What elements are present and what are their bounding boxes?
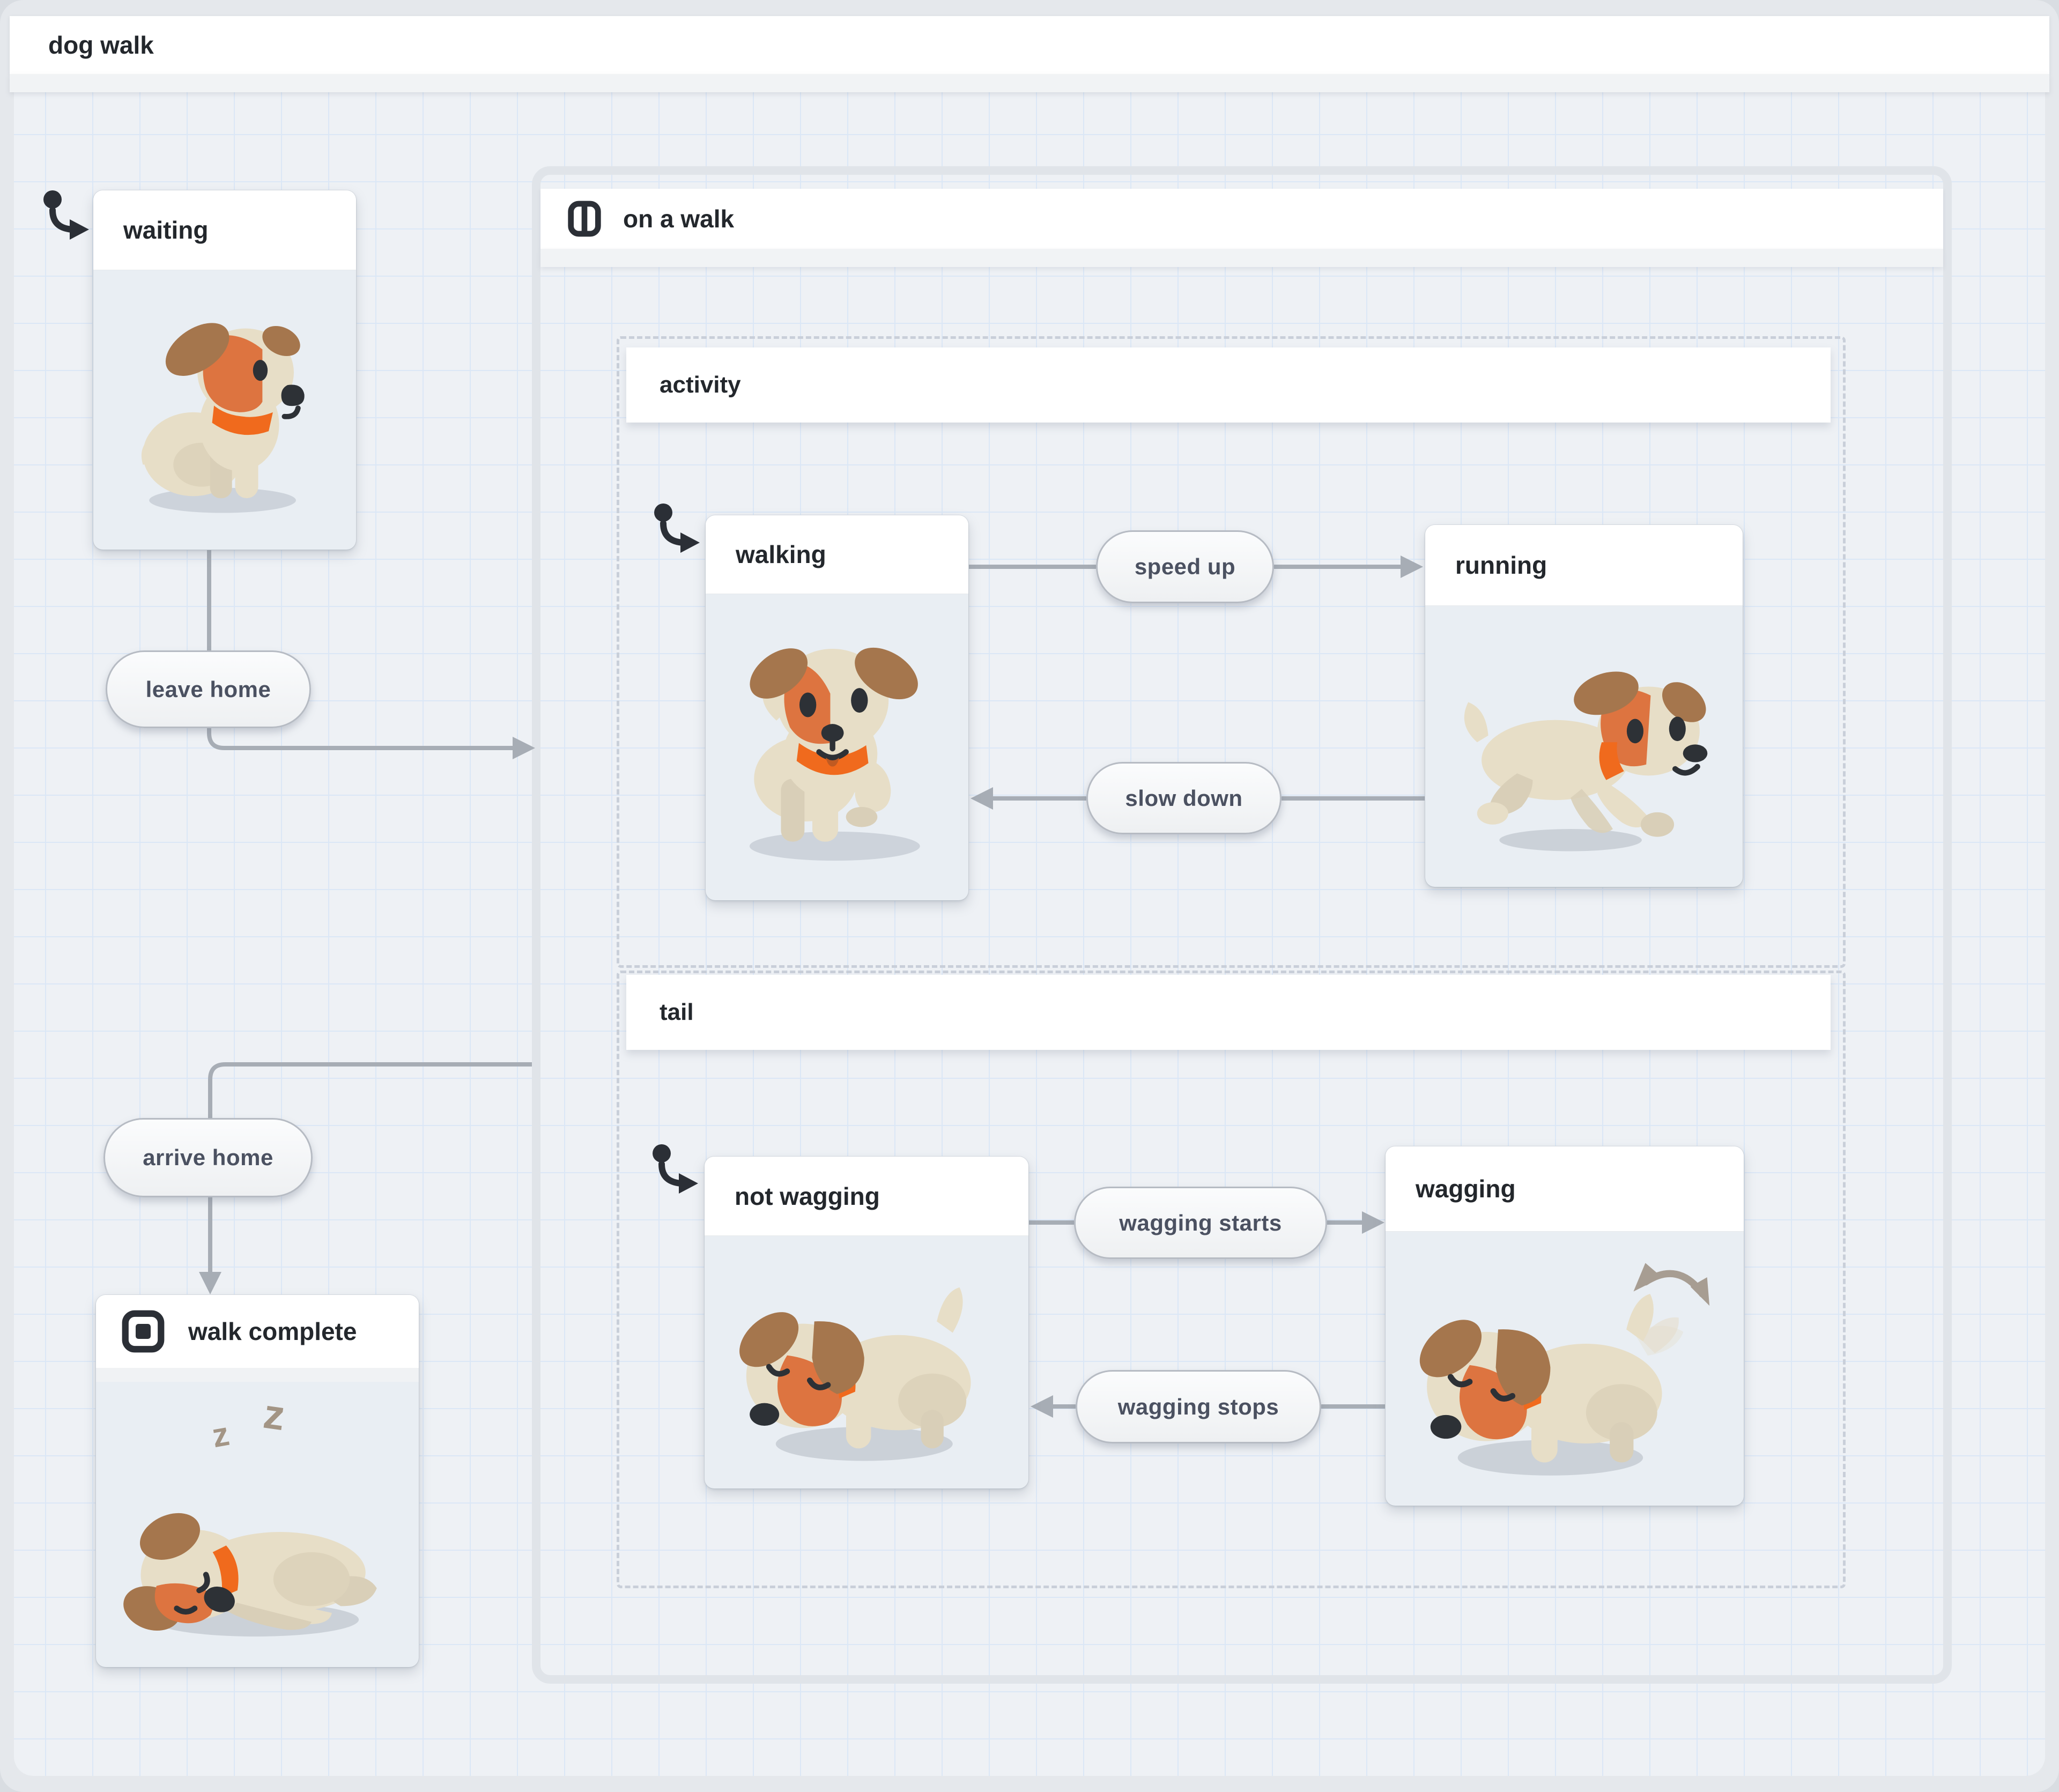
transition-wagging-stops[interactable]: wagging stops	[1076, 1370, 1321, 1443]
statechart-canvas: dog walk on a walk activity tail	[0, 0, 2059, 1792]
sleeping-dog-illustration	[112, 1431, 404, 1656]
state-walk-complete[interactable]: walk complete z z	[96, 1295, 419, 1667]
walking-dog-illustration	[714, 624, 960, 871]
state-walking-body	[706, 594, 968, 900]
state-not-wagging-header[interactable]: not wagging	[705, 1157, 1028, 1236]
state-wagging-body	[1386, 1232, 1744, 1506]
transition-leave-home-label: leave home	[146, 677, 271, 702]
transition-wagging-starts-label: wagging starts	[1119, 1210, 1282, 1236]
state-walk-complete-strip	[96, 1368, 419, 1382]
parallel-state-icon	[567, 200, 602, 238]
transition-leave-home[interactable]: leave home	[106, 650, 311, 728]
state-on-a-walk-strip	[540, 249, 1943, 267]
machine-title-strip	[10, 74, 2049, 92]
region-tail-header[interactable]: tail	[626, 975, 1831, 1050]
state-waiting[interactable]: waiting	[93, 190, 356, 550]
state-not-wagging-body	[705, 1236, 1028, 1489]
transition-slow-down-label: slow down	[1125, 786, 1242, 811]
state-not-wagging[interactable]: not wagging	[705, 1157, 1028, 1489]
state-walking[interactable]: walking	[706, 515, 968, 900]
sniffing-dog-wagging-illustration	[1398, 1244, 1731, 1493]
state-walking-title: walking	[736, 540, 826, 569]
machine-title: dog walk	[48, 31, 154, 60]
region-tail-title: tail	[660, 999, 694, 1026]
state-wagging-title: wagging	[1416, 1174, 1516, 1203]
state-waiting-body	[93, 270, 356, 550]
running-dog-illustration	[1439, 635, 1729, 858]
state-wagging-header[interactable]: wagging	[1386, 1146, 1744, 1232]
state-wagging[interactable]: wagging	[1386, 1146, 1744, 1506]
transition-speed-up-label: speed up	[1135, 554, 1235, 580]
transition-wagging-starts[interactable]: wagging starts	[1074, 1187, 1327, 1259]
state-running-body	[1425, 606, 1743, 887]
machine-title-bar[interactable]: dog walk	[10, 16, 2049, 74]
state-walk-complete-body: z z	[96, 1382, 419, 1667]
state-waiting-title: waiting	[123, 216, 208, 245]
state-running-title: running	[1455, 551, 1547, 580]
state-running[interactable]: running	[1425, 525, 1743, 887]
transition-speed-up[interactable]: speed up	[1096, 530, 1274, 603]
sitting-dog-illustration	[109, 295, 340, 525]
region-activity-header[interactable]: activity	[626, 347, 1831, 423]
state-walking-header[interactable]: walking	[706, 515, 968, 594]
state-running-header[interactable]: running	[1425, 525, 1743, 606]
final-state-icon	[121, 1309, 166, 1354]
state-waiting-header[interactable]: waiting	[93, 190, 356, 270]
state-on-a-walk-title: on a walk	[623, 204, 734, 233]
state-walk-complete-header[interactable]: walk complete	[96, 1295, 419, 1368]
transition-slow-down[interactable]: slow down	[1086, 762, 1282, 834]
transition-arrive-home[interactable]: arrive home	[103, 1118, 313, 1197]
sniffing-dog-illustration	[719, 1249, 1014, 1476]
state-on-a-walk-header[interactable]: on a walk	[540, 189, 1943, 249]
transition-arrive-home-label: arrive home	[143, 1145, 273, 1171]
transition-wagging-stops-label: wagging stops	[1118, 1394, 1279, 1420]
state-walk-complete-title: walk complete	[188, 1317, 357, 1346]
region-activity-title: activity	[660, 372, 741, 398]
state-not-wagging-title: not wagging	[735, 1182, 880, 1211]
